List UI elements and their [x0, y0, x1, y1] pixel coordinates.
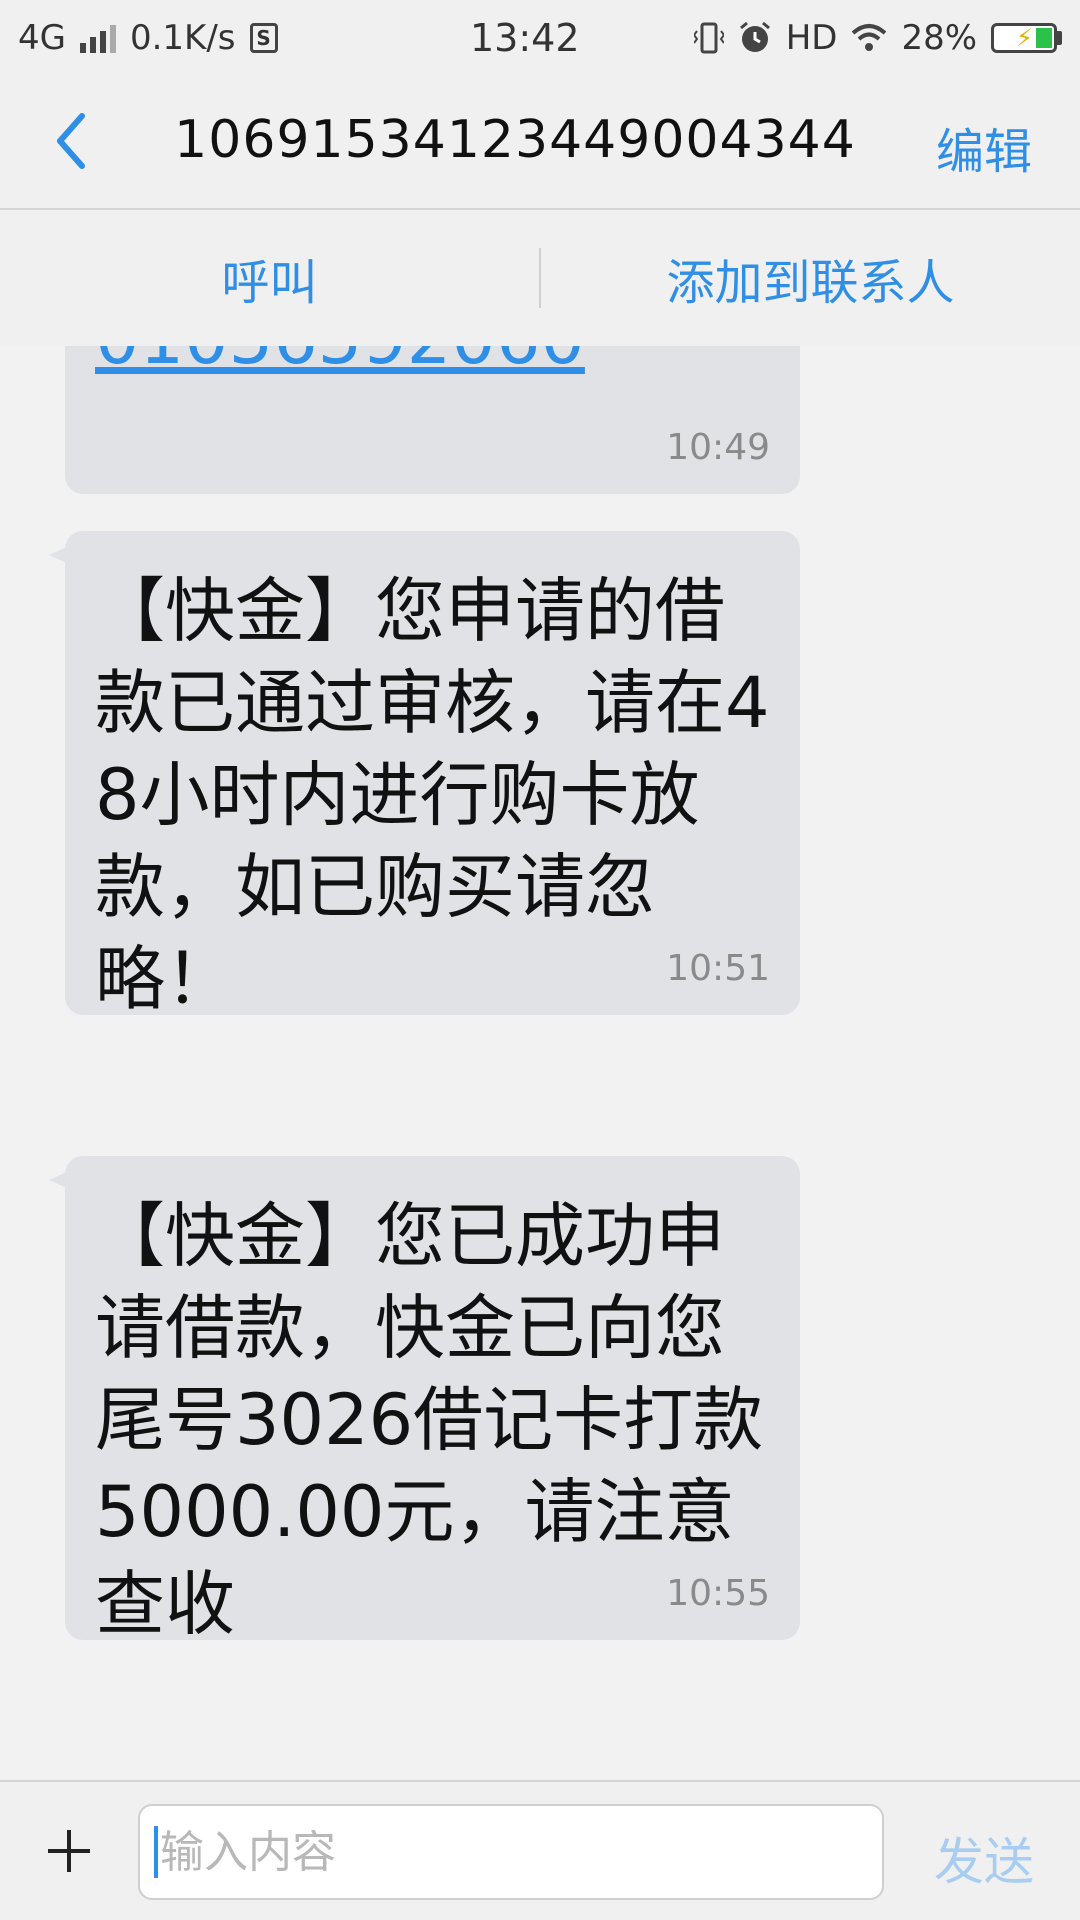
message-input[interactable]: [138, 1804, 884, 1900]
status-left: 4G 0.1K/s S: [18, 18, 356, 58]
message-bubble[interactable]: 【快金】您已成功申请借款，快金已向您尾号3026借记卡打款5000.00元，请注…: [49, 1156, 800, 1645]
edit-button[interactable]: 编辑: [936, 112, 1032, 182]
back-icon[interactable]: [40, 106, 110, 176]
contact-actions: 呼叫 添加到联系人: [0, 210, 1080, 346]
bubble-tail: [49, 1170, 71, 1190]
message-time: 10:49: [666, 427, 770, 468]
conversation-header: 106915341234490043​44 编辑: [0, 76, 1080, 210]
phone-link[interactable]: 01056592060: [95, 346, 585, 380]
sim-icon: S: [249, 23, 278, 53]
bubble-tail: [49, 545, 71, 565]
sender-number: 106915341234490043​44: [174, 110, 856, 170]
call-button[interactable]: 呼叫: [0, 243, 539, 313]
text-caret: [154, 1826, 158, 1878]
signal-icon: [79, 23, 116, 53]
message-time: 10:51: [666, 948, 770, 989]
network-type: 4G: [18, 18, 66, 58]
message-list[interactable]: 01056592060 10:49 【快金】您申请的借款已通过审核，请在48小时…: [0, 346, 1080, 1780]
network-speed: 0.1K/s: [129, 18, 236, 58]
wifi-icon: [852, 24, 887, 51]
add-contact-button[interactable]: 添加到联系人: [541, 243, 1080, 313]
message-bubble[interactable]: 【快金】您申请的借款已通过审核，请在48小时内进行购卡放款，如已购买请忽略！ 1…: [49, 531, 800, 1020]
plus-icon[interactable]: [44, 1826, 94, 1876]
message-bubble[interactable]: 01056592060 10:49: [65, 346, 800, 494]
alarm-icon: [739, 21, 770, 52]
status-bar: 4G 0.1K/s S 13:42 HD 28% ⚡: [0, 0, 1080, 76]
compose-bar: 发送: [0, 1780, 1080, 1920]
status-time: 13:42: [470, 16, 580, 60]
status-right: HD 28% ⚡: [693, 18, 1063, 58]
vibrate-icon: [693, 22, 724, 54]
send-button[interactable]: 发送: [934, 1822, 1034, 1894]
message-time: 10:55: [666, 1573, 770, 1614]
battery-icon: ⚡: [991, 23, 1063, 53]
battery-percent: 28%: [901, 18, 978, 58]
hd-label: HD: [785, 18, 838, 58]
